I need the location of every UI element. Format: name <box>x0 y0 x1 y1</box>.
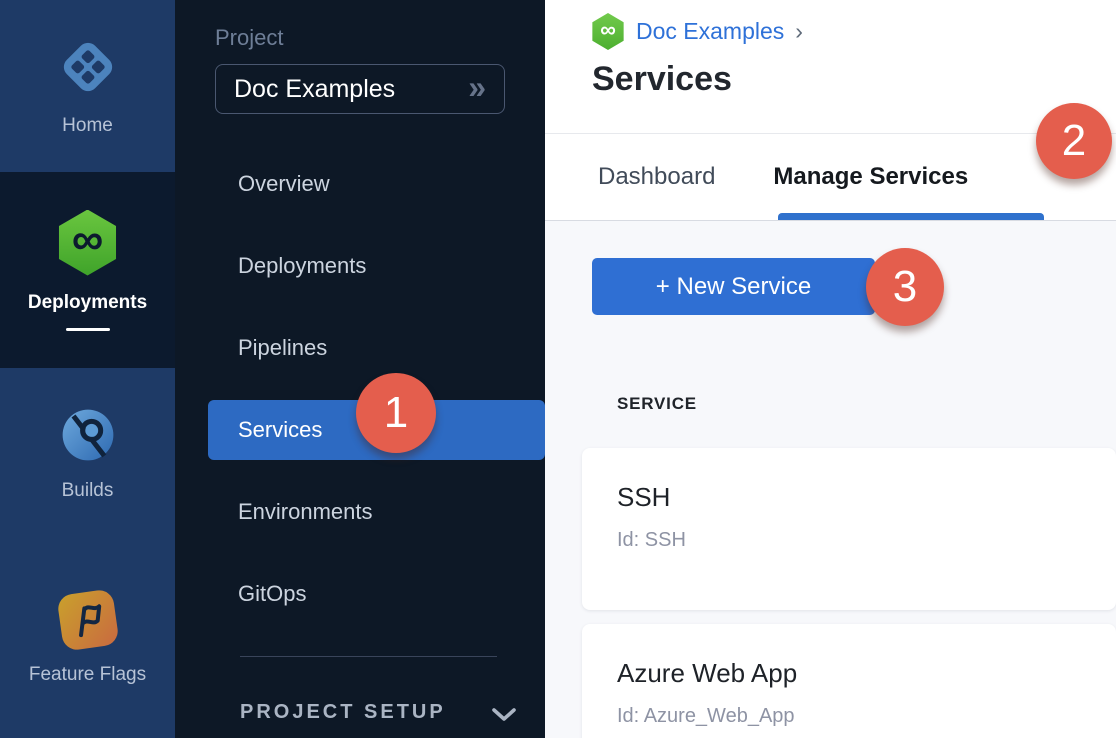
new-service-button[interactable]: + New Service <box>592 258 875 315</box>
page-header: ∞ Doc Examples › Services <box>545 0 1116 133</box>
feature-flags-icon <box>56 588 119 651</box>
rail-item-deployments[interactable]: ∞ Deployments <box>0 172 175 368</box>
service-name: Azure Web App <box>617 658 1116 689</box>
sidebar-divider <box>240 656 497 657</box>
nav-item-gitops[interactable]: GitOps <box>175 553 545 635</box>
deployments-module-icon: ∞ <box>591 13 625 50</box>
deployments-icon: ∞ <box>57 210 119 276</box>
callout-badge-3: 3 <box>866 248 944 326</box>
active-tab-indicator <box>778 213 1044 220</box>
home-icon <box>56 35 120 99</box>
tab-dashboard[interactable]: Dashboard <box>598 163 715 191</box>
project-name: Doc Examples <box>234 75 468 104</box>
page-title: Services <box>592 60 1116 99</box>
infinity-glyph: ∞ <box>600 19 616 41</box>
service-column-header: SERVICE <box>617 394 1116 414</box>
nav-item-pipelines[interactable]: Pipelines <box>175 307 545 389</box>
tab-bar: Dashboard Manage Services <box>545 133 1116 221</box>
chevron-down-icon <box>491 707 517 722</box>
project-label: Project <box>215 25 545 51</box>
rail-label-feature-flags: Feature Flags <box>29 664 146 686</box>
rail-item-builds[interactable]: Builds <box>0 368 175 540</box>
nav-item-overview[interactable]: Overview <box>175 143 545 225</box>
service-name: SSH <box>617 482 1116 513</box>
rail-item-home[interactable]: Home <box>0 0 175 172</box>
infinity-glyph: ∞ <box>72 218 103 262</box>
tab-manage-services[interactable]: Manage Services <box>773 163 968 191</box>
rail-label-builds: Builds <box>62 480 114 502</box>
manage-services-panel: + New Service SERVICE SSH Id: SSH Azure … <box>545 221 1116 738</box>
breadcrumb-project-link[interactable]: Doc Examples <box>636 18 784 45</box>
project-setup-section[interactable]: PROJECT SETUP <box>175 701 545 724</box>
project-setup-label: PROJECT SETUP <box>240 701 446 724</box>
module-rail: Home ∞ Deployments Builds <box>0 0 175 738</box>
nav-item-deployments[interactable]: Deployments <box>175 225 545 307</box>
project-sidebar: Project Doc Examples » Overview Deployme… <box>175 0 545 738</box>
double-chevron-icon: » <box>468 71 486 103</box>
service-id: Id: Azure_Web_App <box>617 705 1116 728</box>
harness-app-window: Home ∞ Deployments Builds <box>0 0 1116 738</box>
nav-item-environments[interactable]: Environments <box>175 471 545 553</box>
active-module-indicator <box>66 328 110 331</box>
service-id: Id: SSH <box>617 529 1116 552</box>
service-card-azure-web-app[interactable]: Azure Web App Id: Azure_Web_App <box>582 624 1116 738</box>
builds-icon <box>59 406 117 464</box>
breadcrumb: ∞ Doc Examples › <box>591 13 1116 50</box>
service-card-ssh[interactable]: SSH Id: SSH <box>582 448 1116 610</box>
main-content: ∞ Doc Examples › Services Dashboard Mana… <box>545 0 1116 738</box>
callout-badge-1: 1 <box>356 373 436 453</box>
breadcrumb-chevron-icon: › <box>795 18 803 45</box>
rail-item-feature-flags[interactable]: Feature Flags <box>0 540 175 738</box>
rail-label-home: Home <box>62 115 113 137</box>
rail-label-deployments: Deployments <box>28 292 147 314</box>
project-selector[interactable]: Doc Examples » <box>215 64 505 114</box>
callout-badge-2: 2 <box>1036 103 1112 179</box>
project-nav: Overview Deployments Pipelines Services … <box>175 143 545 635</box>
